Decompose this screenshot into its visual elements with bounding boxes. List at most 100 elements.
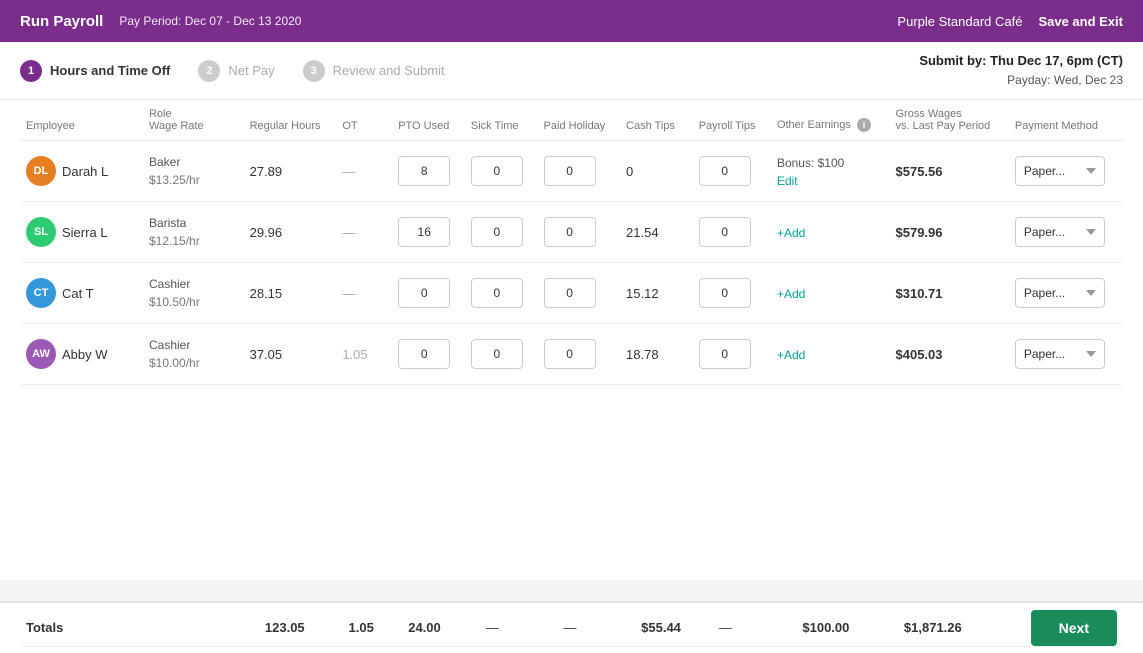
payroll-tips-input[interactable] xyxy=(699,156,751,186)
save-exit-button[interactable]: Save and Exit xyxy=(1038,14,1123,29)
col-payroll-tips: Payroll Tips xyxy=(693,100,771,141)
employee-cell: AW Abby W xyxy=(26,339,137,369)
payment-method-select[interactable]: Paper... Direct Deposit Paper Check xyxy=(1015,156,1105,186)
holiday-field[interactable] xyxy=(545,340,595,368)
totals-pto: 24.00 xyxy=(402,610,480,647)
add-other-earnings-link[interactable]: +Add xyxy=(777,226,805,240)
step-1[interactable]: 1 Hours and Time Off xyxy=(20,60,170,82)
employee-cell: CT Cat T xyxy=(26,278,137,308)
sick-field[interactable] xyxy=(472,340,522,368)
role-name: Barista xyxy=(149,214,238,232)
next-button[interactable]: Next xyxy=(1031,610,1117,646)
col-pto: PTO Used xyxy=(392,100,465,141)
payroll-tips-field[interactable] xyxy=(700,218,750,246)
cash-tips-val: 18.78 xyxy=(620,324,693,385)
regular-hours: 28.15 xyxy=(244,263,337,324)
cash-tips-val: 15.12 xyxy=(620,263,693,324)
col-employee: Employee xyxy=(20,100,143,141)
totals-payroll-tips: — xyxy=(713,610,797,647)
cash-tips-val: 0 xyxy=(620,141,693,202)
gross-wages: $579.96 xyxy=(890,202,1009,263)
payment-method-select[interactable]: Paper... Direct Deposit Paper Check xyxy=(1015,217,1105,247)
pto-field[interactable] xyxy=(399,157,449,185)
col-gross: Gross Wagesvs. Last Pay Period xyxy=(890,100,1009,141)
pto-field[interactable] xyxy=(399,340,449,368)
pto-field[interactable] xyxy=(399,279,449,307)
holiday-field[interactable] xyxy=(545,157,595,185)
step-3-label: Review and Submit xyxy=(333,63,445,78)
totals-sick: — xyxy=(480,610,558,647)
employee-name: Darah L xyxy=(62,164,108,179)
totals-regular-hours: 123.05 xyxy=(259,610,343,647)
pay-period: Pay Period: Dec 07 - Dec 13 2020 xyxy=(119,14,301,28)
step-3-circle: 3 xyxy=(303,60,325,82)
avatar: AW xyxy=(26,339,56,369)
cafe-name: Purple Standard Café xyxy=(897,14,1022,29)
holiday-input[interactable] xyxy=(544,217,596,247)
employee-name: Sierra L xyxy=(62,225,108,240)
ot-hours: — xyxy=(336,202,392,263)
col-other: Other Earnings i xyxy=(771,100,890,141)
pto-input[interactable] xyxy=(398,278,450,308)
totals-cash-tips: $55.44 xyxy=(635,610,713,647)
holiday-field[interactable] xyxy=(545,218,595,246)
sick-input[interactable] xyxy=(471,278,523,308)
sick-input[interactable] xyxy=(471,156,523,186)
page-title: Run Payroll xyxy=(20,13,103,30)
other-earnings-info-icon[interactable]: i xyxy=(857,118,871,132)
holiday-input[interactable] xyxy=(544,156,596,186)
ot-hours: — xyxy=(336,263,392,324)
sick-field[interactable] xyxy=(472,157,522,185)
wage-rate: $13.25/hr xyxy=(149,171,238,189)
payroll-tips-field[interactable] xyxy=(700,157,750,185)
sick-field[interactable] xyxy=(472,279,522,307)
add-other-earnings-link[interactable]: +Add xyxy=(777,287,805,301)
add-other-earnings-link[interactable]: +Add xyxy=(777,348,805,362)
step-2[interactable]: 2 Net Pay xyxy=(198,60,274,82)
submit-info: Submit by: Thu Dec 17, 6pm (CT) Payday: … xyxy=(919,51,1123,91)
steps-list: 1 Hours and Time Off 2 Net Pay 3 Review … xyxy=(20,60,445,82)
totals-ot: 1.05 xyxy=(343,610,403,647)
col-sick: Sick Time xyxy=(465,100,538,141)
sick-field[interactable] xyxy=(472,218,522,246)
employee-cell: SL Sierra L xyxy=(26,217,137,247)
totals-other: $100.00 xyxy=(796,610,898,647)
payroll-tips-field[interactable] xyxy=(700,279,750,307)
edit-other-earnings-link[interactable]: Edit xyxy=(777,174,884,188)
pto-field[interactable] xyxy=(399,218,449,246)
sick-input[interactable] xyxy=(471,217,523,247)
avatar: CT xyxy=(26,278,56,308)
role-name: Cashier xyxy=(149,275,238,293)
pto-input[interactable] xyxy=(398,156,450,186)
step-2-circle: 2 xyxy=(198,60,220,82)
employee-name: Abby W xyxy=(62,347,108,362)
holiday-input[interactable] xyxy=(544,278,596,308)
holiday-field[interactable] xyxy=(545,279,595,307)
payroll-tips-field[interactable] xyxy=(700,340,750,368)
table-row: CT Cat T Cashier $10.50/hr 28.15 — xyxy=(20,263,1123,324)
payroll-tips-input[interactable] xyxy=(699,339,751,369)
pto-input[interactable] xyxy=(398,217,450,247)
payroll-tips-input[interactable] xyxy=(699,217,751,247)
col-cash-tips: Cash Tips xyxy=(620,100,693,141)
role-name: Cashier xyxy=(149,336,238,354)
main-content: Employee RoleWage Rate Regular Hours OT … xyxy=(0,100,1143,580)
top-bar-left: Run Payroll Pay Period: Dec 07 - Dec 13 … xyxy=(20,13,301,30)
wage-rate: $10.00/hr xyxy=(149,354,238,372)
payroll-tips-input[interactable] xyxy=(699,278,751,308)
role-cell: Cashier $10.50/hr xyxy=(149,275,238,311)
pto-input[interactable] xyxy=(398,339,450,369)
col-role: RoleWage Rate xyxy=(143,100,244,141)
payment-method-select[interactable]: Paper... Direct Deposit Paper Check xyxy=(1015,278,1105,308)
other-earnings-cell: Bonus: $100 Edit xyxy=(771,141,890,202)
step-1-circle: 1 xyxy=(20,60,42,82)
sick-input[interactable] xyxy=(471,339,523,369)
holiday-input[interactable] xyxy=(544,339,596,369)
gross-wages: $405.03 xyxy=(890,324,1009,385)
payment-method-select[interactable]: Paper... Direct Deposit Paper Check xyxy=(1015,339,1105,369)
gross-wages: $310.71 xyxy=(890,263,1009,324)
avatar: DL xyxy=(26,156,56,186)
step-3[interactable]: 3 Review and Submit xyxy=(303,60,445,82)
regular-hours: 37.05 xyxy=(244,324,337,385)
avatar: SL xyxy=(26,217,56,247)
